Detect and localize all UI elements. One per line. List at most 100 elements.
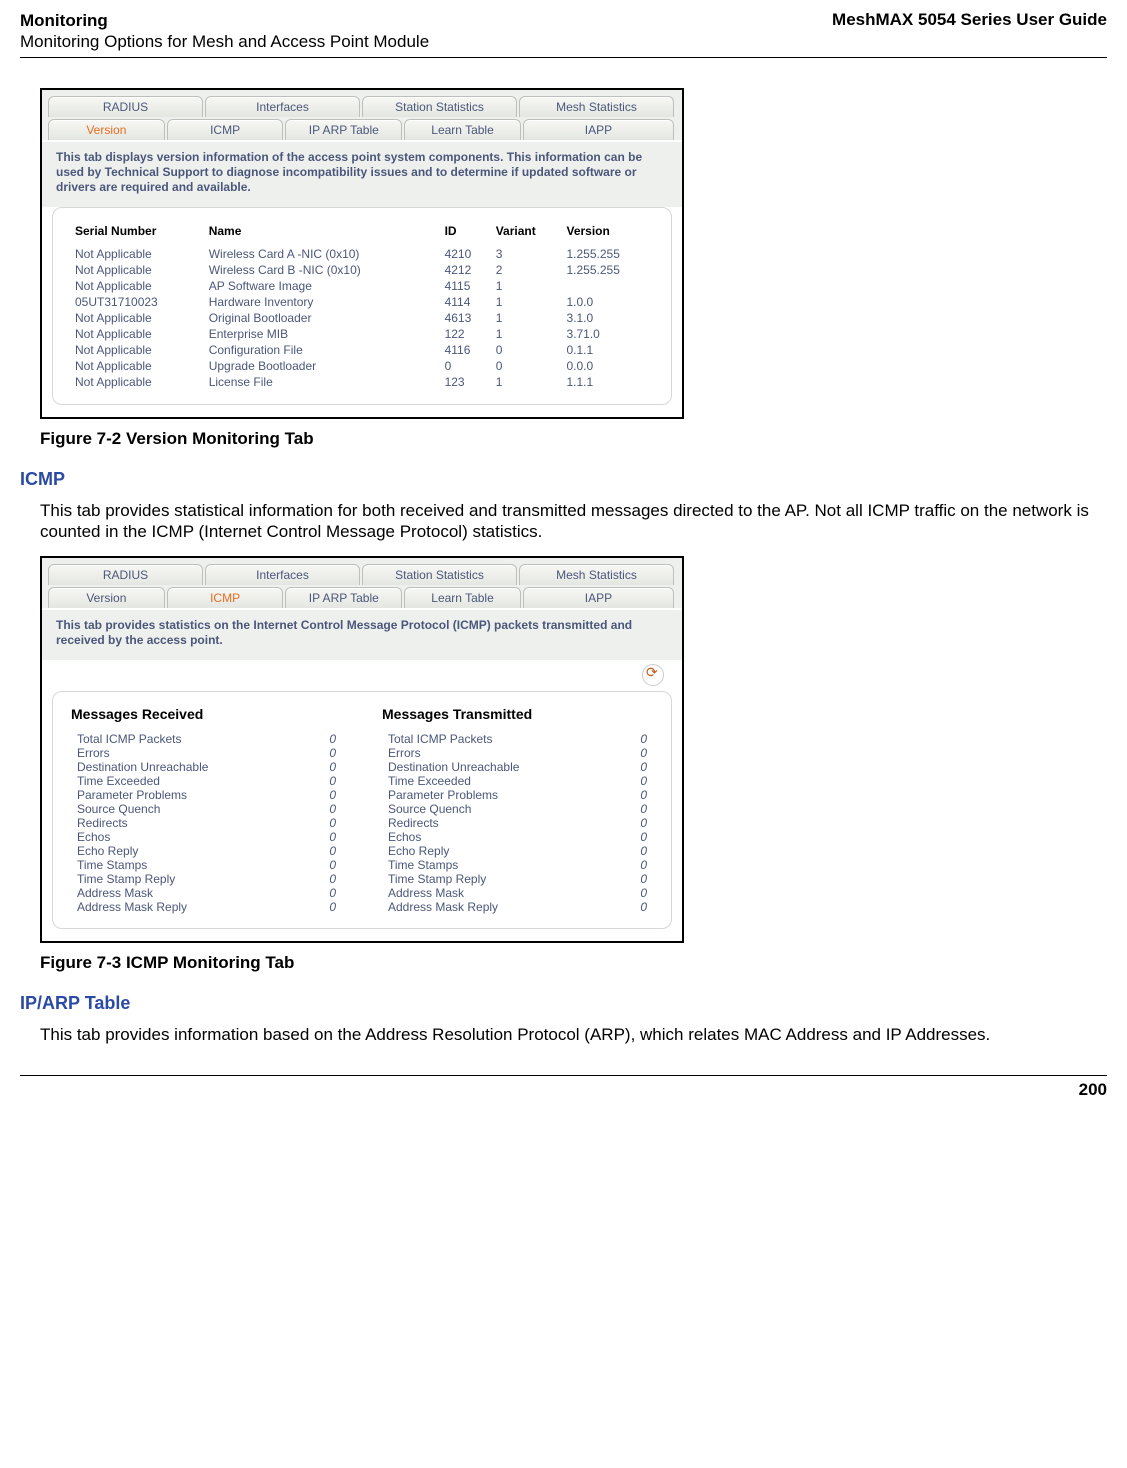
tab-version[interactable]: Version: [48, 587, 165, 608]
metric-value: 0: [601, 760, 653, 774]
col-serial: Serial Number: [71, 222, 205, 246]
help-text: This tab displays version information of…: [42, 142, 682, 207]
col-id: ID: [441, 222, 492, 246]
tab-iapp[interactable]: IAPP: [523, 587, 674, 608]
messages-transmitted-table: Total ICMP Packets0Errors0Destination Un…: [382, 732, 653, 914]
table-row: Not ApplicableEnterprise MIB12213.71.0: [71, 326, 653, 342]
version-panel: Serial Number Name ID Variant Version No…: [52, 207, 672, 405]
table-row: Not ApplicableUpgrade Bootloader000.0.0: [71, 358, 653, 374]
table-cell: Wireless Card B -NIC (0x10): [205, 262, 441, 278]
page-footer: 200: [20, 1075, 1107, 1100]
tab-radius[interactable]: RADIUS: [48, 96, 203, 117]
metric-row: Destination Unreachable0: [382, 760, 653, 774]
table-cell: Wireless Card A -NIC (0x10): [205, 246, 441, 262]
table-cell: 4114: [441, 294, 492, 310]
table-cell: Not Applicable: [71, 310, 205, 326]
table-row: Not ApplicableWireless Card A -NIC (0x10…: [71, 246, 653, 262]
metric-value: 0: [290, 788, 342, 802]
tab-interfaces[interactable]: Interfaces: [205, 564, 360, 585]
metric-value: 0: [601, 900, 653, 914]
metric-row: Source Quench0: [382, 802, 653, 816]
tab-station-statistics[interactable]: Station Statistics: [362, 564, 517, 585]
tab-icmp[interactable]: ICMP: [167, 119, 284, 140]
tab-icmp[interactable]: ICMP: [167, 587, 284, 608]
messages-received-col: Messages Received Total ICMP Packets0Err…: [71, 706, 342, 914]
table-cell: 1: [492, 326, 563, 342]
metric-label: Source Quench: [382, 802, 601, 816]
tabs-row-bottom: Version ICMP IP ARP Table Learn Table IA…: [48, 119, 676, 140]
table-cell: Not Applicable: [71, 374, 205, 390]
tab-version[interactable]: Version: [48, 119, 165, 140]
metric-label: Echos: [71, 830, 290, 844]
table-cell: 3.1.0: [562, 310, 653, 326]
metric-value: 0: [601, 858, 653, 872]
metric-row: Time Stamp Reply0: [382, 872, 653, 886]
tab-interfaces[interactable]: Interfaces: [205, 96, 360, 117]
metric-label: Errors: [382, 746, 601, 760]
table-cell: [562, 278, 653, 294]
header-left: Monitoring Monitoring Options for Mesh a…: [20, 10, 429, 53]
metric-value: 0: [290, 886, 342, 900]
metric-value: 0: [601, 886, 653, 900]
tabs-row-top: RADIUS Interfaces Station Statistics Mes…: [48, 564, 676, 585]
metric-value: 0: [601, 830, 653, 844]
metric-value: 0: [290, 774, 342, 788]
tab-mesh-statistics[interactable]: Mesh Statistics: [519, 564, 674, 585]
table-cell: 1: [492, 278, 563, 294]
metric-label: Address Mask Reply: [71, 900, 290, 914]
refresh-row: [42, 660, 682, 691]
table-cell: 1.0.0: [562, 294, 653, 310]
messages-received-title: Messages Received: [71, 706, 342, 722]
metric-row: Total ICMP Packets0: [71, 732, 342, 746]
metric-row: Echos0: [71, 830, 342, 844]
metric-label: Redirects: [382, 816, 601, 830]
table-cell: Original Bootloader: [205, 310, 441, 326]
page-number: 200: [1079, 1080, 1107, 1099]
refresh-icon[interactable]: [642, 664, 664, 686]
metric-label: Time Stamp Reply: [71, 872, 290, 886]
metric-value: 0: [290, 816, 342, 830]
metric-row: Redirects0: [71, 816, 342, 830]
table-cell: 4212: [441, 262, 492, 278]
metric-label: Destination Unreachable: [71, 760, 290, 774]
section-heading-icmp: ICMP: [20, 469, 1107, 490]
table-cell: Not Applicable: [71, 342, 205, 358]
messages-transmitted-title: Messages Transmitted: [382, 706, 653, 722]
table-cell: Enterprise MIB: [205, 326, 441, 342]
messages-transmitted-col: Messages Transmitted Total ICMP Packets0…: [382, 706, 653, 914]
metric-value: 0: [601, 802, 653, 816]
metric-label: Address Mask: [382, 886, 601, 900]
table-cell: 3.71.0: [562, 326, 653, 342]
metric-row: Echos0: [382, 830, 653, 844]
tab-mesh-statistics[interactable]: Mesh Statistics: [519, 96, 674, 117]
tab-iapp[interactable]: IAPP: [523, 119, 674, 140]
col-name: Name: [205, 222, 441, 246]
metric-row: Source Quench0: [71, 802, 342, 816]
tab-ip-arp-table[interactable]: IP ARP Table: [285, 587, 402, 608]
metric-value: 0: [290, 858, 342, 872]
metric-label: Total ICMP Packets: [382, 732, 601, 746]
table-row: Not ApplicableLicense File12311.1.1: [71, 374, 653, 390]
col-variant: Variant: [492, 222, 563, 246]
tab-ip-arp-table[interactable]: IP ARP Table: [285, 119, 402, 140]
metric-row: Parameter Problems0: [71, 788, 342, 802]
metric-label: Time Stamp Reply: [382, 872, 601, 886]
metric-value: 0: [601, 774, 653, 788]
tab-learn-table[interactable]: Learn Table: [404, 587, 521, 608]
metric-value: 0: [601, 816, 653, 830]
tab-learn-table[interactable]: Learn Table: [404, 119, 521, 140]
table-cell: 123: [441, 374, 492, 390]
section-heading-iparp: IP/ARP Table: [20, 993, 1107, 1014]
metric-row: Address Mask Reply0: [71, 900, 342, 914]
metric-value: 0: [290, 844, 342, 858]
tab-radius[interactable]: RADIUS: [48, 564, 203, 585]
metric-label: Source Quench: [71, 802, 290, 816]
tab-station-statistics[interactable]: Station Statistics: [362, 96, 517, 117]
metric-label: Address Mask Reply: [382, 900, 601, 914]
table-cell: AP Software Image: [205, 278, 441, 294]
table-cell: 1.255.255: [562, 246, 653, 262]
metric-label: Time Exceeded: [382, 774, 601, 788]
metric-row: Errors0: [382, 746, 653, 760]
metric-label: Time Exceeded: [71, 774, 290, 788]
metric-row: Address Mask0: [382, 886, 653, 900]
